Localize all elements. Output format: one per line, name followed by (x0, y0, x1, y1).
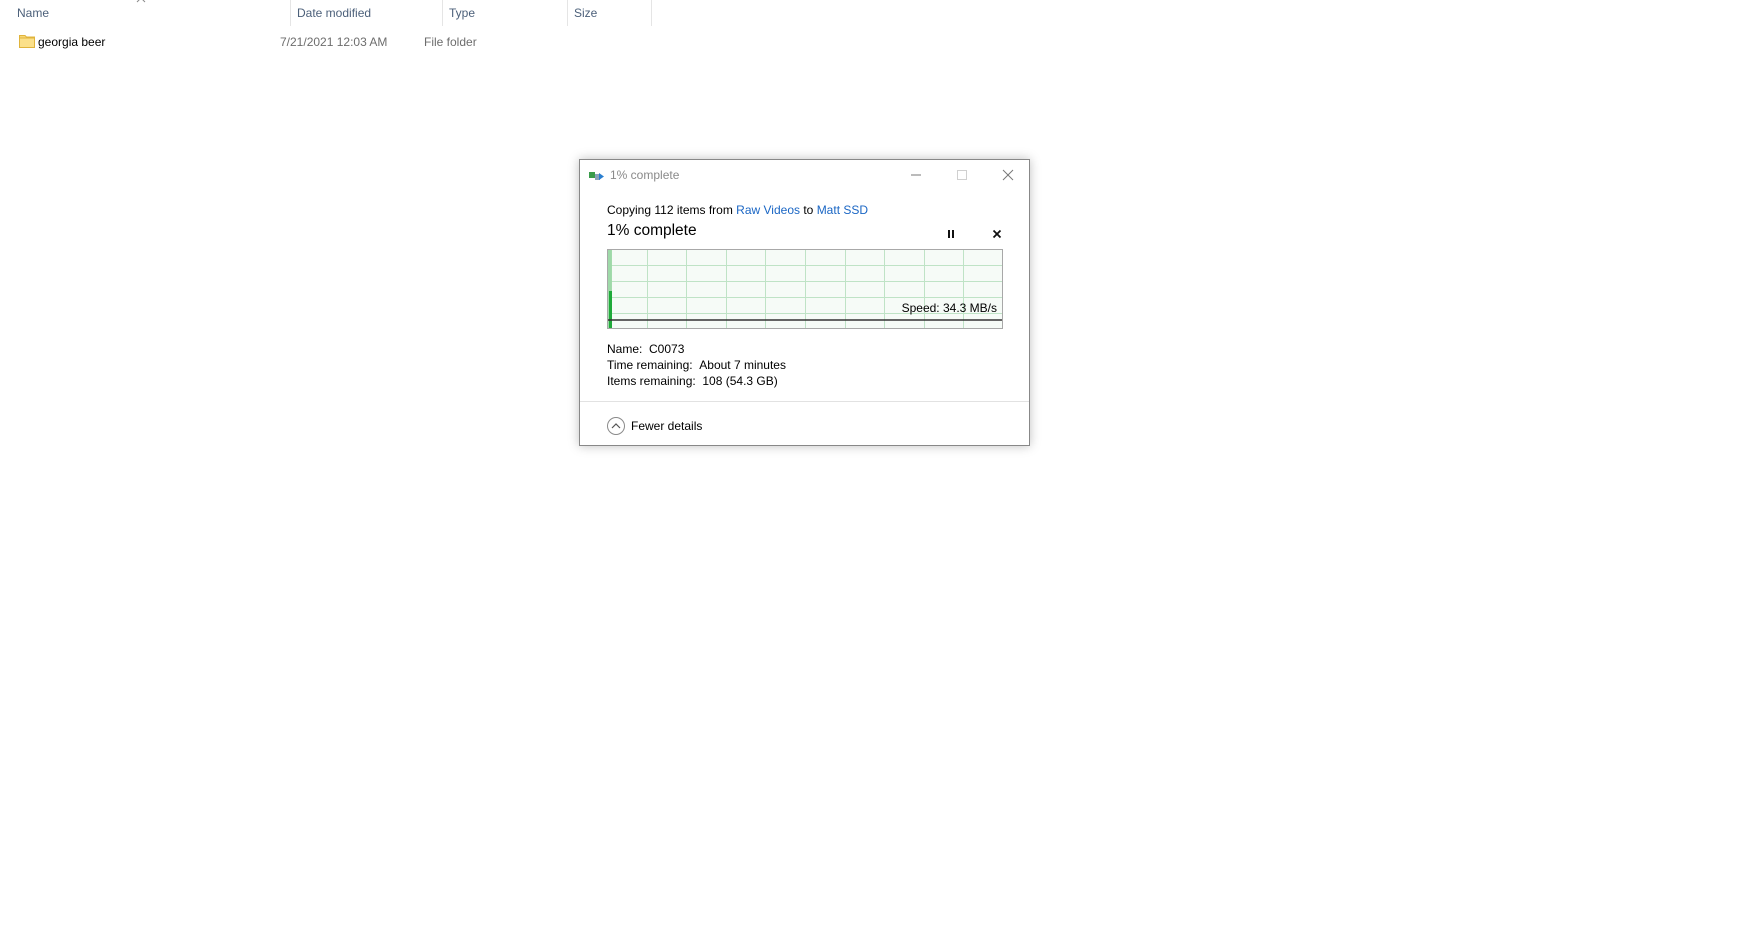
column-header-size-label: Size (574, 6, 598, 20)
column-separator[interactable] (651, 0, 652, 26)
file-date-modified: 7/21/2021 12:03 AM (280, 35, 388, 49)
maximize-icon (957, 170, 967, 180)
speed-bar (609, 291, 612, 328)
column-header-type-label: Type (449, 6, 476, 20)
detail-time-row: Time remaining: About 7 minutes (607, 357, 786, 373)
progress-title: 1% complete (607, 222, 697, 239)
minimize-icon (911, 174, 921, 176)
close-window-button[interactable] (985, 160, 1031, 190)
chevron-up-circle-icon (607, 417, 625, 435)
file-type: File folder (424, 35, 477, 49)
column-header-date-modified[interactable]: Date modified (291, 0, 443, 26)
fewer-details-button[interactable]: Fewer details (606, 416, 702, 436)
dialog-titlebar[interactable]: 1% complete (580, 160, 1029, 190)
close-icon (1002, 169, 1014, 181)
dialog-divider (580, 401, 1029, 402)
detail-items-value: 108 (54.3 GB) (702, 374, 778, 388)
maximize-button (939, 160, 985, 190)
column-header-name-label: Name (17, 6, 50, 20)
column-header-size[interactable]: Size (568, 0, 651, 26)
file-explorer: Name Date modified Type Size georgia bee… (0, 0, 1760, 928)
fewer-details-label: Fewer details (631, 419, 703, 433)
column-header-name[interactable]: Name (11, 0, 296, 26)
copy-progress-dialog: 1% complete Copying 112 items from Raw V… (579, 159, 1030, 446)
speed-label: Speed: 34.3 MB/s (902, 301, 997, 315)
detail-time-label: Time remaining: (607, 358, 693, 372)
column-header-type[interactable]: Type (443, 0, 567, 26)
detail-items-label: Items remaining: (607, 374, 696, 388)
folder-icon (19, 35, 35, 48)
detail-name-value: C0073 (649, 342, 685, 356)
detail-time-value: About 7 minutes (699, 358, 786, 372)
column-header-date-modified-label: Date modified (297, 6, 372, 20)
dialog-title: 1% complete (610, 168, 680, 182)
pause-button[interactable] (940, 223, 962, 245)
detail-name-row: Name: C0073 (607, 341, 786, 357)
copy-details: Name: C0073 Time remaining: About 7 minu… (607, 341, 786, 389)
detail-items-row: Items remaining: 108 (54.3 GB) (607, 373, 786, 389)
copy-prefix: Copying 112 items from (607, 203, 737, 217)
detail-name-label: Name: (607, 342, 643, 356)
speed-graph: Speed: 34.3 MB/s (607, 249, 1003, 329)
sort-ascending-icon (136, 0, 146, 3)
destination-link[interactable]: Matt SSD (817, 203, 868, 217)
pause-icon (948, 230, 954, 238)
cancel-icon (992, 229, 1002, 239)
file-copy-icon (589, 172, 604, 180)
file-name: georgia beer (38, 35, 106, 49)
source-link[interactable]: Raw Videos (736, 203, 800, 217)
cancel-button[interactable] (986, 223, 1008, 245)
file-row[interactable]: georgia beer 7/21/2021 12:03 AM File fol… (0, 30, 620, 54)
graph-grid (608, 250, 1002, 328)
minimize-button[interactable] (893, 160, 939, 190)
copy-description: Copying 112 items from Raw Videos to Mat… (607, 203, 868, 217)
copy-mid: to (800, 203, 817, 217)
